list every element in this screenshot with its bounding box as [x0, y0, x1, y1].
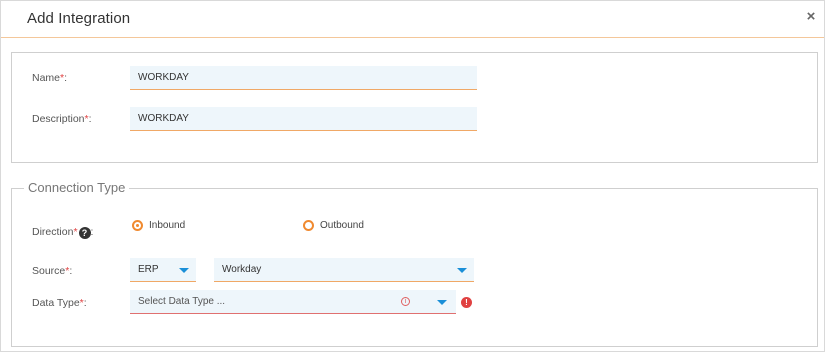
- name-label: Name*:: [32, 72, 68, 84]
- source-system-value: Workday: [222, 264, 262, 275]
- radio-checked-icon: [132, 220, 143, 231]
- name-input[interactable]: [130, 66, 477, 90]
- chevron-down-icon: [457, 268, 467, 273]
- data-type-placeholder: Select Data Type ...: [138, 296, 226, 307]
- connection-type-legend: Connection Type: [24, 180, 130, 195]
- chevron-down-icon: [437, 300, 447, 305]
- radio-unchecked-icon: [303, 220, 314, 231]
- inbound-radio[interactable]: Inbound: [132, 220, 185, 231]
- source-type-select[interactable]: ERP: [130, 258, 196, 282]
- inbound-label: Inbound: [149, 220, 186, 231]
- description-label: Description*:: [32, 113, 92, 125]
- dialog-title: Add Integration: [27, 10, 131, 27]
- source-type-value: ERP: [138, 264, 159, 275]
- close-icon[interactable]: ×: [804, 9, 818, 25]
- chevron-down-icon: [179, 268, 189, 273]
- help-icon[interactable]: ?: [78, 227, 91, 239]
- outbound-radio[interactable]: Outbound: [303, 220, 364, 231]
- data-type-label: Data Type*:: [32, 297, 87, 309]
- source-label: Source*:: [32, 265, 73, 277]
- outbound-label: Outbound: [320, 220, 364, 231]
- add-integration-dialog: Add Integration × Name*: Description*: C…: [0, 0, 825, 352]
- description-input[interactable]: [130, 107, 477, 131]
- error-icon: !: [461, 297, 472, 308]
- source-system-select[interactable]: Workday: [214, 258, 474, 282]
- dialog-header: Add Integration ×: [1, 1, 824, 38]
- data-type-select[interactable]: Select Data Type ... i: [130, 290, 456, 314]
- info-icon: i: [401, 297, 410, 306]
- direction-label: Direction*?:: [32, 226, 94, 239]
